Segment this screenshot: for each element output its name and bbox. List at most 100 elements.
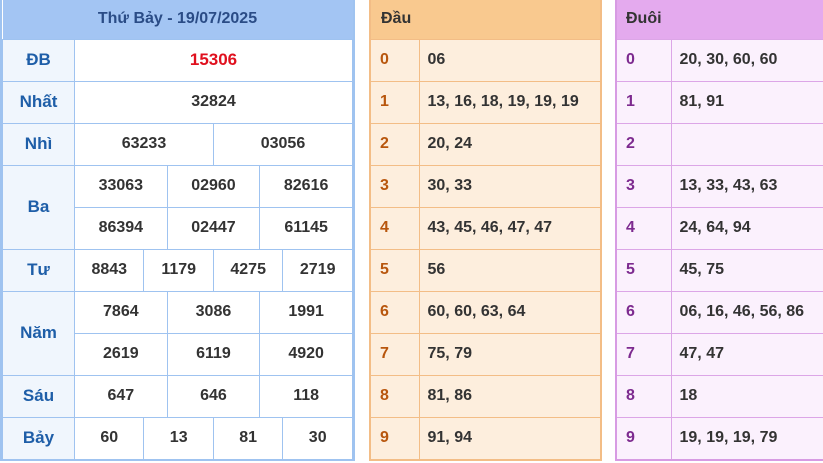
dau-row-key: 2 xyxy=(371,122,420,165)
dau-row-values: 75, 79 xyxy=(419,332,600,375)
duoi-row-key: 7 xyxy=(617,332,672,375)
prize-label-nam: Năm xyxy=(2,290,75,376)
prize-row-ba: Ba 33063 02960 82616 xyxy=(2,164,353,250)
fifth-prize-value: 7864 xyxy=(74,290,168,334)
dau-row: 4 43, 45, 46, 47, 47 xyxy=(371,206,600,249)
sixth-prize-value: 646 xyxy=(166,374,261,418)
fourth-prize-value: 4275 xyxy=(212,248,284,292)
dau-row: 8 81, 86 xyxy=(371,374,600,417)
special-prize-value: 15306 xyxy=(74,38,353,82)
seventh-prize-value: 13 xyxy=(143,416,214,460)
fifth-prize-value: 1991 xyxy=(259,290,353,334)
duoi-header-row: Đuôi xyxy=(617,0,823,39)
dau-panel: Đầu 0 06 1 13, 16, 18, 19, 19, 19 2 20, 24 3 30… xyxy=(369,0,602,461)
duoi-table: Đuôi 0 20, 30, 60, 60 1 81, 91 2 3 13, 33, 43,… xyxy=(617,0,823,459)
dau-row-values: 91, 94 xyxy=(419,416,600,459)
dau-row-key: 6 xyxy=(371,290,420,333)
fifth-prize-value: 4920 xyxy=(259,332,353,376)
dau-row-values: 20, 24 xyxy=(419,122,600,165)
duoi-row: 5 45, 75 xyxy=(617,248,823,291)
fifth-prize-value: 3086 xyxy=(166,290,261,334)
duoi-row: 0 20, 30, 60, 60 xyxy=(617,38,823,81)
dau-row: 7 75, 79 xyxy=(371,332,600,375)
duoi-row: 8 18 xyxy=(617,374,823,417)
third-prize-value: 02960 xyxy=(166,164,261,208)
duoi-header-blank xyxy=(671,0,823,39)
dau-row-values: 56 xyxy=(419,248,600,291)
results-header-row: Thứ Bảy - 19/07/2025 xyxy=(2,0,353,39)
second-prize-value: 03056 xyxy=(212,122,354,166)
dau-row-key: 9 xyxy=(371,416,420,459)
prize-row-bay: Bảy 60 13 81 30 xyxy=(2,416,353,460)
prize-row-nhat: Nhất 32824 xyxy=(2,80,353,124)
dau-row-key: 5 xyxy=(371,248,420,291)
duoi-row-key: 8 xyxy=(617,374,672,417)
prize-row-tu: Tư 8843 1179 4275 2719 xyxy=(2,248,353,292)
duoi-rows: 0 20, 30, 60, 60 1 81, 91 2 3 13, 33, 43, 63 4 2… xyxy=(617,38,823,459)
dau-row-values: 43, 45, 46, 47, 47 xyxy=(419,206,600,249)
duoi-row-key: 9 xyxy=(617,416,672,459)
prize-label-nhat: Nhất xyxy=(2,80,75,124)
duoi-row-values: 24, 64, 94 xyxy=(671,206,823,249)
dau-row-key: 3 xyxy=(371,164,420,207)
seventh-prize-value: 60 xyxy=(73,416,145,460)
dau-table: Đầu 0 06 1 13, 16, 18, 19, 19, 19 2 20, 24 3 30… xyxy=(371,0,600,459)
prize-label-bay: Bảy xyxy=(2,416,75,460)
third-prize-value: 33063 xyxy=(74,164,168,208)
sixth-prize-value: 118 xyxy=(259,374,353,418)
duoi-row-key: 2 xyxy=(617,122,672,165)
prize-label-nhi: Nhì xyxy=(2,122,75,166)
prize-row-nhi: Nhì 63233 03056 xyxy=(2,122,354,166)
fourth-prize-value: 1179 xyxy=(143,248,214,292)
dau-row: 3 30, 33 xyxy=(371,164,600,207)
duoi-row-key: 5 xyxy=(617,248,672,291)
duoi-row: 3 13, 33, 43, 63 xyxy=(617,164,823,207)
duoi-row-values: 13, 33, 43, 63 xyxy=(671,164,823,207)
duoi-panel: Đuôi 0 20, 30, 60, 60 1 81, 91 2 3 13, 33, 43,… xyxy=(615,0,823,461)
duoi-row-key: 0 xyxy=(617,38,672,81)
seventh-prize-value: 30 xyxy=(282,416,353,460)
duoi-row-key: 1 xyxy=(617,80,672,123)
duoi-row-values: 20, 30, 60, 60 xyxy=(671,38,823,81)
dau-row: 6 60, 60, 63, 64 xyxy=(371,290,600,333)
duoi-row: 9 19, 19, 19, 79 xyxy=(617,416,823,459)
prize-label-tu: Tư xyxy=(2,248,75,292)
results-table: Thứ Bảy - 19/07/2025 ĐB 15306 Nhất 32824… xyxy=(2,0,354,460)
dau-row-values: 13, 16, 18, 19, 19, 19 xyxy=(419,80,600,123)
fifth-prize-value: 2619 xyxy=(74,332,168,376)
dau-row-values: 81, 86 xyxy=(419,374,600,417)
fourth-prize-value: 2719 xyxy=(282,248,353,292)
dau-row-values: 06 xyxy=(419,38,600,81)
duoi-row: 6 06, 16, 46, 56, 86 xyxy=(617,290,823,333)
dau-row-key: 1 xyxy=(371,80,420,123)
third-prize-value: 82616 xyxy=(259,164,353,208)
fourth-prize-value: 8843 xyxy=(73,248,145,292)
dau-header: Đầu xyxy=(371,0,419,39)
duoi-row-values: 45, 75 xyxy=(671,248,823,291)
duoi-row-values: 19, 19, 19, 79 xyxy=(671,416,823,459)
dau-row-key: 7 xyxy=(371,332,420,375)
first-prize-value: 32824 xyxy=(74,80,353,124)
duoi-row-values: 06, 16, 46, 56, 86 xyxy=(671,290,823,333)
duoi-row: 1 81, 91 xyxy=(617,80,823,123)
duoi-row: 7 47, 47 xyxy=(617,332,823,375)
dau-row-values: 60, 60, 63, 64 xyxy=(419,290,600,333)
third-prize-value: 61145 xyxy=(259,206,353,250)
prize-label-db: ĐB xyxy=(2,38,75,82)
prize-label-sau: Sáu xyxy=(2,374,75,418)
dau-row: 5 56 xyxy=(371,248,600,291)
prize-row-sau: Sáu 647 646 118 xyxy=(2,374,353,418)
dau-rows: 0 06 1 13, 16, 18, 19, 19, 19 2 20, 24 3 30, 33… xyxy=(371,38,600,459)
dau-row-key: 0 xyxy=(371,38,420,81)
third-prize-value: 02447 xyxy=(166,206,261,250)
duoi-row-values: 47, 47 xyxy=(671,332,823,375)
sixth-prize-value: 647 xyxy=(74,374,168,418)
dau-row-key: 8 xyxy=(371,374,420,417)
dau-row: 1 13, 16, 18, 19, 19, 19 xyxy=(371,80,600,123)
dau-row-key: 4 xyxy=(371,206,420,249)
second-prize-value: 63233 xyxy=(74,122,214,166)
dau-row: 9 91, 94 xyxy=(371,416,600,459)
fifth-prize-value: 6119 xyxy=(166,332,261,376)
duoi-row-key: 4 xyxy=(617,206,672,249)
duoi-row: 4 24, 64, 94 xyxy=(617,206,823,249)
